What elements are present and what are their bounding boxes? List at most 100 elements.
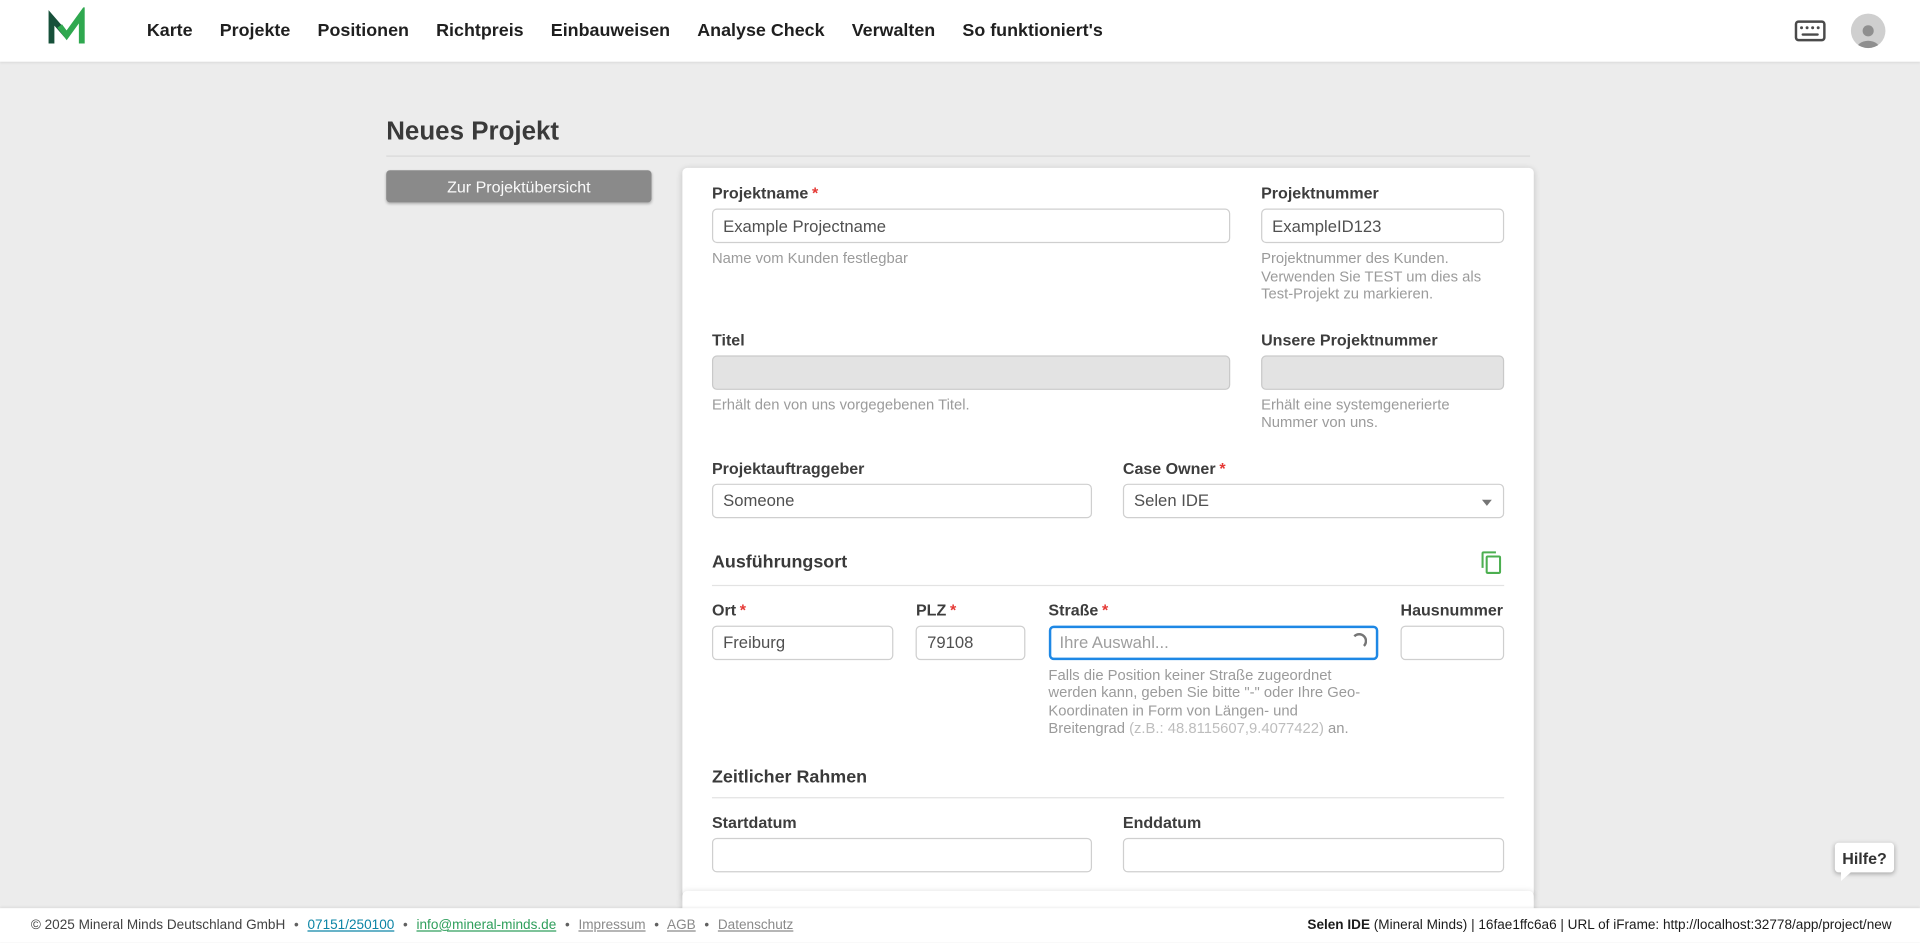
startdatum-input[interactable] bbox=[712, 837, 1092, 872]
form-row-2: Titel Erhält den von uns vorgegebenen Ti… bbox=[712, 330, 1504, 431]
enddatum-input[interactable] bbox=[1123, 837, 1504, 872]
label-text: Startdatum bbox=[712, 813, 797, 832]
projektname-input[interactable] bbox=[712, 209, 1230, 244]
unsere-projektnummer-input bbox=[1261, 355, 1504, 390]
unsere-projektnummer-label: Unsere Projektnummer bbox=[1261, 330, 1504, 349]
form-row-5: Startdatum Enddatum bbox=[712, 813, 1504, 872]
footer-left: © 2025 Mineral Minds Deutschland GmbH • … bbox=[31, 918, 793, 933]
strasse-helper-example: (z.B.: 48.8115607,9.4077422) bbox=[1129, 719, 1324, 736]
phone-link[interactable]: 07151/250100 bbox=[307, 918, 394, 933]
session-user: Selen IDE bbox=[1307, 918, 1370, 933]
label-text: Projektname bbox=[712, 184, 808, 203]
hausnummer-input[interactable] bbox=[1400, 625, 1504, 660]
label-text: Case Owner bbox=[1123, 458, 1216, 477]
case-owner-select[interactable]: Selen IDE bbox=[1123, 483, 1504, 518]
label-text: Hausnummer bbox=[1400, 600, 1503, 619]
required-marker: * bbox=[812, 184, 818, 203]
copy-icon bbox=[1479, 560, 1504, 579]
strasse-label: Straße* bbox=[1048, 600, 1377, 619]
footer-separator: • bbox=[654, 918, 659, 933]
ort-label: Ort* bbox=[712, 600, 893, 619]
user-avatar-icon[interactable] bbox=[1851, 14, 1886, 49]
navbar-right bbox=[1794, 14, 1885, 49]
titel-input bbox=[712, 355, 1230, 390]
titel-helper: Erhält den von uns vorgegebenen Titel. bbox=[712, 395, 1230, 413]
field-hausnummer: Hausnummer bbox=[1400, 600, 1504, 737]
loading-spinner-icon bbox=[1351, 633, 1367, 649]
form-row-1: Projektname* Name vom Kunden festlegbar … bbox=[712, 184, 1504, 303]
section-divider bbox=[712, 797, 1504, 798]
plz-input[interactable] bbox=[916, 625, 1026, 660]
nav-menu: Karte Projekte Positionen Richtpreis Ein… bbox=[133, 0, 1116, 62]
unsere-projektnummer-helper: Erhält eine systemgenerierte Nummer von … bbox=[1261, 395, 1504, 431]
ort-input[interactable] bbox=[712, 625, 893, 660]
section-title-ausfuehrungsort: Ausführungsort bbox=[712, 552, 847, 572]
projektnummer-input[interactable] bbox=[1261, 209, 1504, 244]
nav-item-analyse-check[interactable]: Analyse Check bbox=[684, 0, 838, 62]
projektname-helper: Name vom Kunden festlegbar bbox=[712, 249, 1230, 267]
field-case-owner: Case Owner* Selen IDE bbox=[1123, 458, 1504, 517]
footer-bar: © 2025 Mineral Minds Deutschland GmbH • … bbox=[0, 908, 1920, 943]
field-strasse: Straße* Falls die Position keiner Straße… bbox=[1048, 600, 1377, 737]
brand-logo[interactable] bbox=[44, 9, 88, 53]
strasse-input[interactable] bbox=[1048, 625, 1377, 660]
footer-separator: • bbox=[403, 918, 408, 933]
projektauftraggeber-input[interactable] bbox=[712, 483, 1092, 518]
keyboard-icon[interactable] bbox=[1794, 20, 1826, 42]
help-button[interactable]: Hilfe? bbox=[1835, 843, 1894, 873]
session-details: (Mineral Minds) | 16fae1ffc6a6 | URL of … bbox=[1370, 918, 1892, 933]
footer-separator: • bbox=[294, 918, 299, 933]
nav-item-richtpreis[interactable]: Richtpreis bbox=[423, 0, 538, 62]
field-plz: PLZ* bbox=[916, 600, 1026, 737]
field-ort: Ort* bbox=[712, 600, 893, 737]
case-owner-selected-value: Selen IDE bbox=[1134, 491, 1209, 510]
page-title: Neues Projekt bbox=[386, 117, 559, 147]
section-ausfuehrungsort: Ausführungsort bbox=[712, 550, 1504, 575]
field-projektauftraggeber: Projektauftraggeber bbox=[712, 458, 1092, 517]
app-frame: Karte Projekte Positionen Richtpreis Ein… bbox=[0, 0, 1920, 943]
titel-label: Titel bbox=[712, 330, 1230, 349]
label-text: Titel bbox=[712, 330, 745, 349]
field-projektname: Projektname* Name vom Kunden festlegbar bbox=[712, 184, 1230, 303]
footer-separator: • bbox=[565, 918, 570, 933]
nav-item-positionen[interactable]: Positionen bbox=[304, 0, 423, 62]
hausnummer-label: Hausnummer bbox=[1400, 600, 1504, 619]
nav-item-einbauweisen[interactable]: Einbauweisen bbox=[537, 0, 683, 62]
label-text: Ort bbox=[712, 600, 736, 619]
enddatum-label: Enddatum bbox=[1123, 813, 1504, 832]
email-link[interactable]: info@mineral-minds.de bbox=[416, 918, 556, 933]
viewport: Karte Projekte Positionen Richtpreis Ein… bbox=[0, 0, 1920, 943]
nav-item-so-funktionierts[interactable]: So funktioniert's bbox=[949, 0, 1117, 62]
impressum-link[interactable]: Impressum bbox=[578, 918, 645, 933]
projektnummer-label: Projektnummer bbox=[1261, 184, 1504, 203]
nav-item-projekte[interactable]: Projekte bbox=[206, 0, 304, 62]
required-marker: * bbox=[1102, 600, 1108, 619]
mineral-minds-logo-icon bbox=[46, 7, 88, 55]
nav-item-karte[interactable]: Karte bbox=[133, 0, 206, 62]
projektnummer-helper: Projektnummer des Kunden. Verwenden Sie … bbox=[1261, 249, 1504, 303]
projektauftraggeber-label: Projektauftraggeber bbox=[712, 458, 1092, 477]
field-titel: Titel Erhält den von uns vorgegebenen Ti… bbox=[712, 330, 1230, 431]
field-unsere-projektnummer: Unsere Projektnummer Erhält eine systemg… bbox=[1261, 330, 1504, 431]
section-divider bbox=[712, 584, 1504, 585]
footer-session-info: Selen IDE (Mineral Minds) | 16fae1ffc6a6… bbox=[1307, 918, 1891, 933]
label-text: Projektauftraggeber bbox=[712, 458, 864, 477]
field-projektnummer: Projektnummer Projektnummer des Kunden. … bbox=[1261, 184, 1504, 303]
datenschutz-link[interactable]: Datenschutz bbox=[718, 918, 793, 933]
section-title-zeitlicher-rahmen: Zeitlicher Rahmen bbox=[712, 767, 867, 787]
label-text: PLZ bbox=[916, 600, 946, 619]
plz-label: PLZ* bbox=[916, 600, 1026, 619]
project-overview-button[interactable]: Zur Projektübersicht bbox=[386, 170, 651, 202]
required-marker: * bbox=[950, 600, 956, 619]
required-marker: * bbox=[740, 600, 746, 619]
chevron-down-icon bbox=[1482, 499, 1492, 505]
agb-link[interactable]: AGB bbox=[667, 918, 696, 933]
footer-separator: • bbox=[704, 918, 709, 933]
form-row-4: Ort* PLZ* Straße* bbox=[712, 600, 1504, 737]
label-text: Straße bbox=[1048, 600, 1098, 619]
copy-location-button[interactable] bbox=[1479, 550, 1504, 575]
strasse-helper-suffix: an. bbox=[1324, 719, 1349, 736]
nav-item-verwalten[interactable]: Verwalten bbox=[838, 0, 949, 62]
required-marker: * bbox=[1219, 458, 1225, 477]
label-text: Projektnummer bbox=[1261, 184, 1379, 203]
